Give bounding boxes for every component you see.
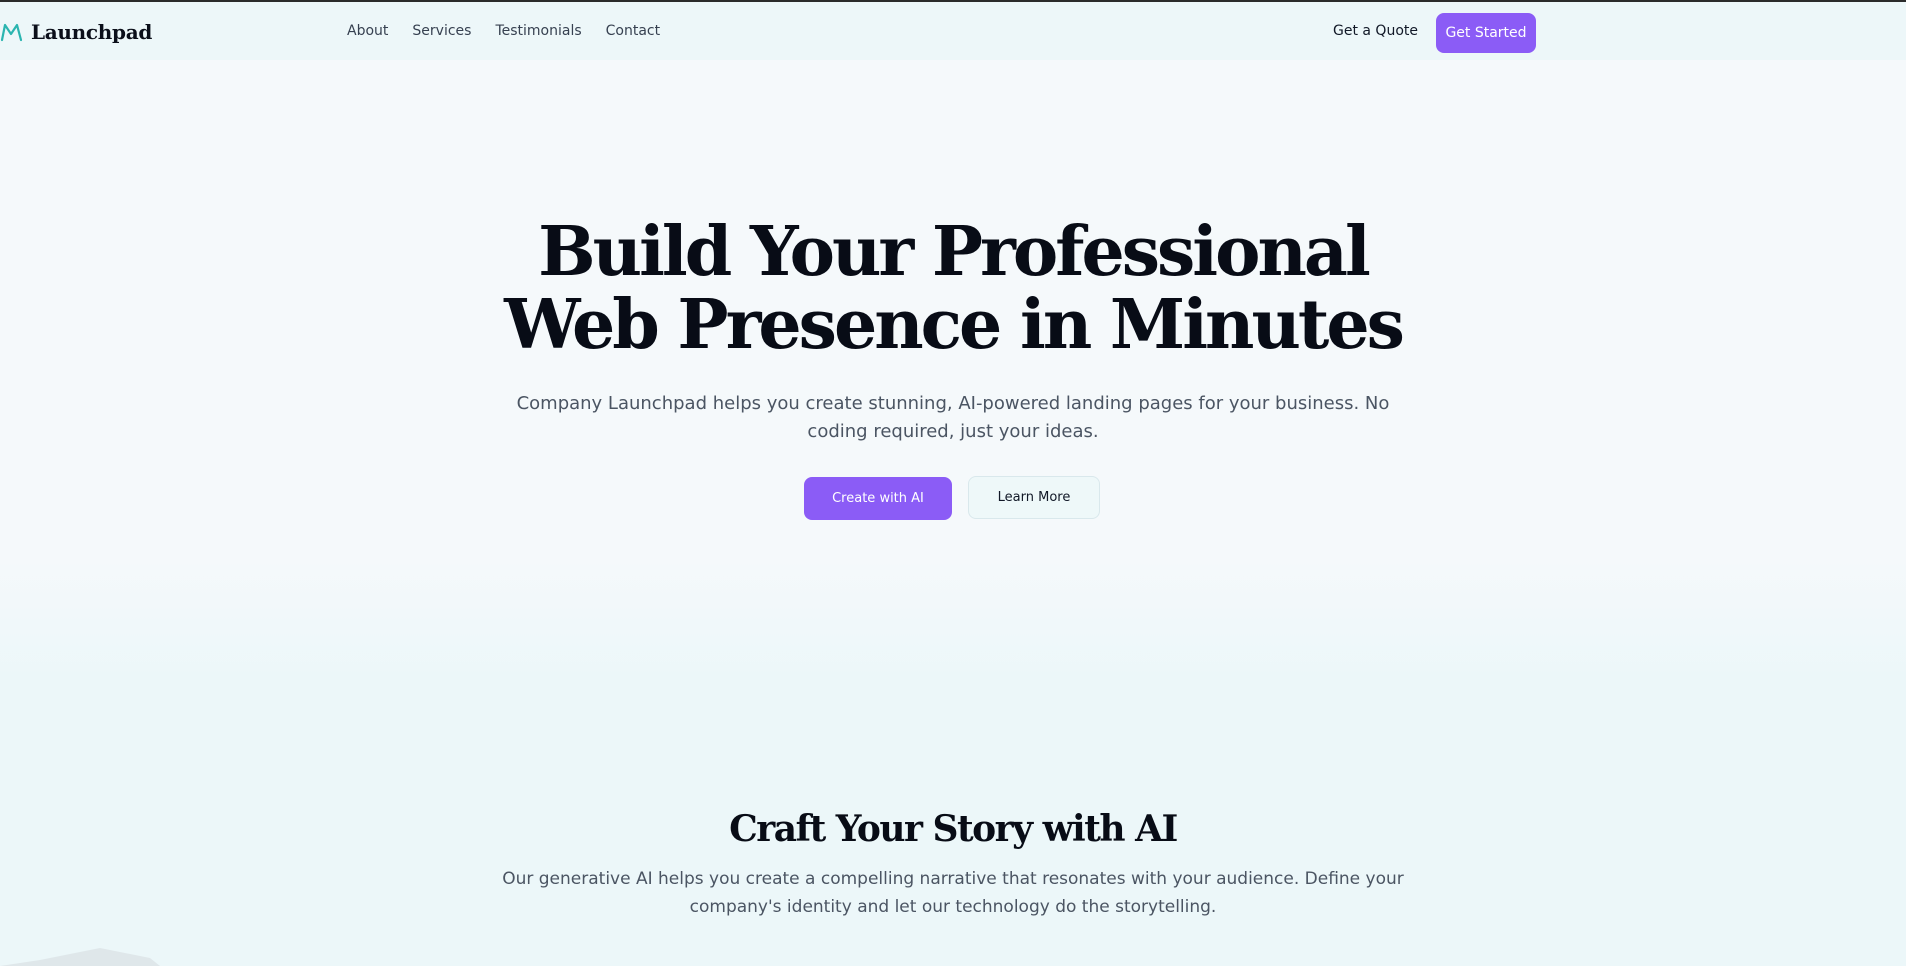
logo-text: Launchpad <box>31 20 153 44</box>
hero-title-line-1: Build Your Professional <box>538 212 1371 292</box>
navbar: Launchpad About Services Testimonials Co… <box>0 2 1906 60</box>
decorative-shape <box>0 948 160 966</box>
get-started-button[interactable]: Get Started <box>1436 13 1536 53</box>
hero-title: Build Your Professional Web Presence in … <box>453 216 1453 362</box>
mountain-icon <box>0 22 23 42</box>
hero-subtitle: Company Launchpad helps you create stunn… <box>516 393 1390 442</box>
learn-more-button[interactable]: Learn More <box>968 476 1100 519</box>
nav-links: About Services Testimonials Contact <box>347 23 684 39</box>
nav-link-testimonials[interactable]: Testimonials <box>495 23 581 39</box>
create-with-ai-button[interactable]: Create with AI <box>804 477 952 520</box>
hero-title-line-2: Web Presence in Minutes <box>504 285 1405 365</box>
get-a-quote-link[interactable]: Get a Quote <box>1333 23 1418 39</box>
nav-link-about[interactable]: About <box>347 23 388 39</box>
nav-link-contact[interactable]: Contact <box>606 23 660 39</box>
story-subtitle: Our generative AI helps you create a com… <box>502 869 1404 917</box>
logo[interactable]: Launchpad <box>0 20 152 44</box>
nav-link-services[interactable]: Services <box>412 23 471 39</box>
story-title: Craft Your Story with AI <box>729 808 1178 850</box>
